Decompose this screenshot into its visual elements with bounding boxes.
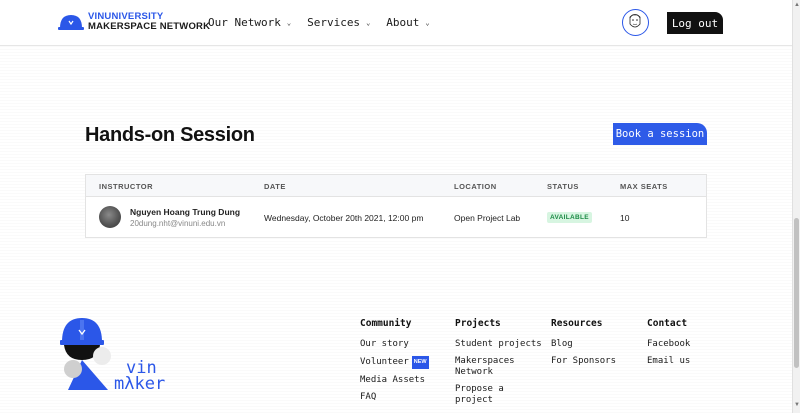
column-header-date: DATE xyxy=(264,182,286,191)
scrollbar-thumb[interactable] xyxy=(794,218,799,368)
instructor-avatar xyxy=(99,206,121,228)
chevron-down-icon: ⌄ xyxy=(286,18,292,27)
sessions-table: INSTRUCTOR DATE LOCATION STATUS MAX SEAT… xyxy=(85,174,707,238)
footer-heading-resources: Resources xyxy=(551,318,603,329)
logo-text-maker: mλker xyxy=(114,374,165,394)
max-seats-value: 10 xyxy=(620,213,630,223)
table-row[interactable]: Nguyen Hoang Trung Dung 20dung.nht@vinun… xyxy=(86,197,706,238)
site-logo[interactable]: VINUNIVERSITY MAKERSPACE NETWORK xyxy=(58,12,210,32)
instructor-email: 20dung.nht@vinuni.edu.vn xyxy=(130,219,226,228)
footer-link-media-assets[interactable]: Media Assets xyxy=(360,375,429,386)
footer-link-for-sponsors[interactable]: For Sponsors xyxy=(551,356,616,367)
user-avatar-face-icon xyxy=(629,14,641,28)
top-navbar: VINUNIVERSITY MAKERSPACE NETWORK Our Net… xyxy=(0,0,792,46)
footer-column-contact: Contact Facebook Email us xyxy=(647,318,690,373)
chevron-down-icon: ⌄ xyxy=(425,18,430,27)
nav-services-label: Services xyxy=(307,16,361,29)
helmet-icon xyxy=(58,15,84,30)
footer-heading-contact: Contact xyxy=(647,318,688,329)
column-header-location: LOCATION xyxy=(454,182,497,191)
footer-link-volunteer-label: Volunteer xyxy=(360,357,409,367)
scroll-down-arrow-icon[interactable]: ▼ xyxy=(794,402,800,408)
footer-link-student-projects[interactable]: Student projects xyxy=(455,339,545,350)
footer-heading-projects: Projects xyxy=(455,318,501,329)
book-session-button[interactable]: Book a session xyxy=(613,123,707,145)
session-location: Open Project Lab xyxy=(454,213,521,223)
session-date: Wednesday, October 20th 2021, 12:00 pm xyxy=(264,213,424,223)
column-header-status: STATUS xyxy=(547,182,579,191)
page-scrollbar[interactable]: ▲ ▼ xyxy=(792,0,800,413)
footer-column-community: Community Our story Volunteer NEW Media A… xyxy=(360,318,429,409)
page-title: Hands-on Session xyxy=(85,124,255,146)
footer-link-email-us[interactable]: Email us xyxy=(647,356,690,367)
user-avatar[interactable] xyxy=(622,9,649,36)
nav-our-network[interactable]: Our Network ⌄ xyxy=(208,16,291,29)
vinmaker-logo: vin mλker xyxy=(60,318,165,394)
scroll-up-arrow-icon[interactable]: ▲ xyxy=(794,2,800,8)
footer-link-faq[interactable]: FAQ xyxy=(360,392,429,403)
column-header-instructor: INSTRUCTOR xyxy=(99,182,154,191)
footer-link-volunteer[interactable]: Volunteer NEW xyxy=(360,356,429,369)
footer-link-blog[interactable]: Blog xyxy=(551,339,616,350)
column-header-max-seats: MAX SEATS xyxy=(620,182,668,191)
table-header: INSTRUCTOR DATE LOCATION STATUS MAX SEAT… xyxy=(86,175,706,197)
nav-services[interactable]: Services ⌄ xyxy=(307,16,370,29)
footer-link-propose-project[interactable]: Propose a project xyxy=(455,384,545,406)
nav-about[interactable]: About ⌄ xyxy=(386,16,429,29)
footer-link-makerspaces-network[interactable]: Makerspaces Network xyxy=(455,356,525,378)
nav-our-network-label: Our Network xyxy=(208,16,281,29)
footer-heading-community: Community xyxy=(360,318,412,329)
footer-link-facebook[interactable]: Facebook xyxy=(647,339,690,350)
logo-subtitle: MAKERSPACE NETWORK xyxy=(88,21,211,32)
nav-about-label: About xyxy=(386,16,420,29)
chevron-down-icon: ⌄ xyxy=(366,18,371,27)
instructor-name: Nguyen Hoang Trung Dung xyxy=(130,207,241,217)
footer-column-resources: Resources Blog For Sponsors xyxy=(551,318,616,373)
footer-column-projects: Projects Student projects Makerspaces Ne… xyxy=(455,318,545,412)
status-badge: AVAILABLE xyxy=(547,212,592,223)
footer-link-our-story[interactable]: Our story xyxy=(360,339,429,350)
logout-button[interactable]: Log out xyxy=(667,12,723,34)
new-badge: NEW xyxy=(411,356,429,369)
main-nav: Our Network ⌄ Services ⌄ About ⌄ xyxy=(208,16,446,29)
